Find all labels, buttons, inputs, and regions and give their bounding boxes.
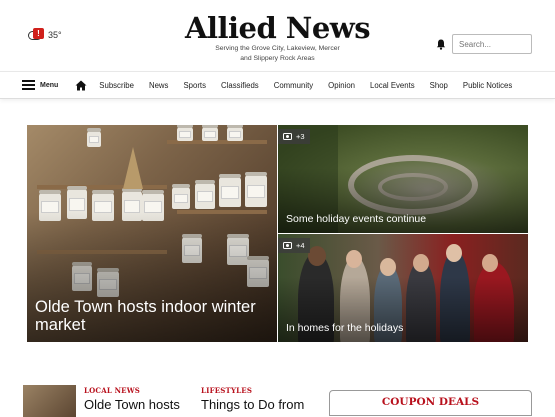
story-title[interactable]: Olde Town hosts <box>84 397 180 412</box>
camera-icon <box>283 242 292 249</box>
hero-top-right-caption[interactable]: Some holiday events continue <box>286 213 426 225</box>
story-thumbnail[interactable] <box>23 385 76 417</box>
nav-item-subscribe[interactable]: Subscribe <box>99 81 134 90</box>
menu-button[interactable]: Menu <box>22 80 58 90</box>
main-nav: Menu Subscribe News Sports Classifieds C… <box>0 71 555 99</box>
hero-top-right-story[interactable]: +3 Some holiday events continue <box>278 125 528 233</box>
nav-item-public-notices[interactable]: Public Notices <box>463 81 512 90</box>
nav-item-classifieds[interactable]: Classifieds <box>221 81 259 90</box>
nav-item-shop[interactable]: Shop <box>430 81 448 90</box>
nav-item-sports[interactable]: Sports <box>183 81 206 90</box>
coupon-deals-box[interactable]: COUPON DEALS <box>329 390 532 416</box>
menu-label: Menu <box>40 81 59 89</box>
site-header: ! 35° Allied News Serving the Grove City… <box>0 0 555 70</box>
story-section-label[interactable]: LIFESTYLES <box>201 386 252 395</box>
coupon-deals-label: COUPON DEALS <box>381 396 480 408</box>
search-input[interactable] <box>452 34 532 54</box>
hamburger-icon <box>22 80 35 90</box>
nav-item-news[interactable]: News <box>149 81 169 90</box>
hero-main-story[interactable]: Olde Town hosts indoor winter market <box>27 125 277 342</box>
nav-item-opinion[interactable]: Opinion <box>328 81 355 90</box>
home-icon[interactable] <box>75 80 87 91</box>
story-title[interactable]: Things to Do from <box>201 397 304 412</box>
story-list-row: LOCAL NEWS Olde Town hosts LIFESTYLES Th… <box>0 382 555 417</box>
nav-item-local-events[interactable]: Local Events <box>370 81 415 90</box>
hero-grid: Olde Town hosts indoor winter market +3 … <box>27 125 528 342</box>
photo-count-badge: +4 <box>278 238 310 253</box>
camera-icon <box>283 133 292 140</box>
story-section-label[interactable]: LOCAL NEWS <box>84 386 140 395</box>
bell-icon[interactable] <box>436 39 446 50</box>
logo-tagline-line2: and Slippery Rock Areas <box>240 55 315 62</box>
photo-count-badge: +3 <box>278 129 310 144</box>
photo-count: +4 <box>296 241 305 250</box>
hero-bottom-right-story[interactable]: +4 In homes for the holidays <box>278 234 528 342</box>
nav-item-community[interactable]: Community <box>274 81 313 90</box>
photo-count: +3 <box>296 132 305 141</box>
hero-bottom-right-caption[interactable]: In homes for the holidays <box>286 322 403 334</box>
hero-main-caption[interactable]: Olde Town hosts indoor winter market <box>35 298 271 334</box>
